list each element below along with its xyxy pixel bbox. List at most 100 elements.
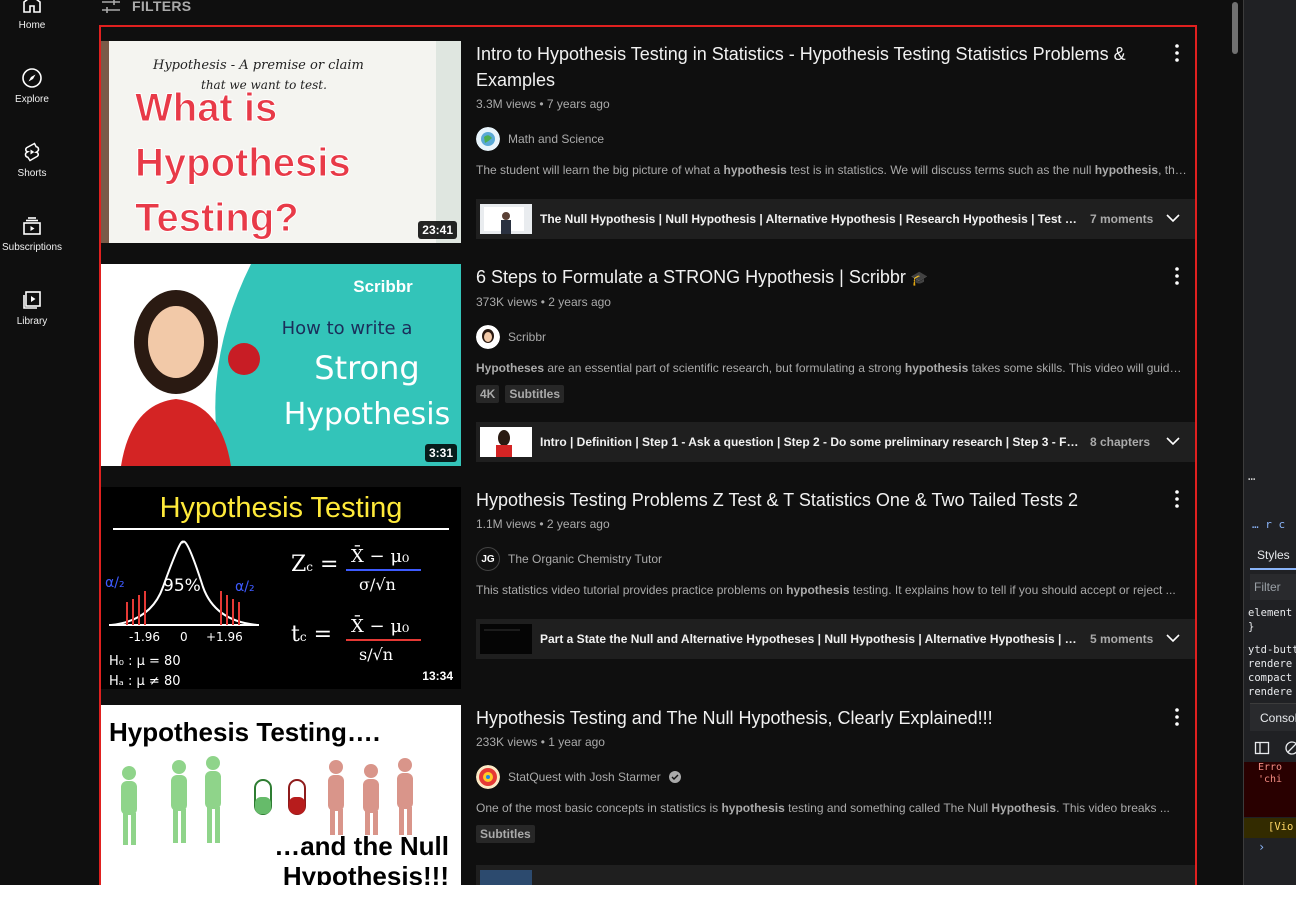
moments-text: Part a State the Null and Alternative Hy…	[540, 632, 1080, 646]
clear-console-icon[interactable]	[1284, 740, 1296, 756]
desc-text: This statistics video tutorial provides …	[476, 583, 787, 597]
meta-separator: •	[540, 295, 545, 309]
channel-avatar	[476, 765, 500, 789]
moments-text: The Null Hypothesis | Null Hypothesis | …	[540, 212, 1080, 226]
desc-text: testing. It explains how to tell if you …	[849, 583, 1176, 597]
scrollbar-thumb[interactable]	[1232, 2, 1238, 54]
desc-highlight: hypothesis	[723, 163, 787, 177]
thumb-title-line3: Hypothesis!!!	[283, 861, 449, 885]
library-icon	[23, 291, 41, 309]
badge-subtitles: Subtitles	[505, 385, 565, 403]
filters-label: FILTERS	[132, 0, 192, 14]
video-metadata: 233K views • 1 year ago	[476, 733, 1191, 751]
thumb-ha: Hₐ : μ ≠ 80	[109, 674, 180, 689]
view-count: 1.1M views	[476, 517, 537, 531]
shorts-icon	[24, 142, 40, 162]
tab-styles[interactable]: Styles	[1250, 542, 1296, 570]
chapters-bar[interactable]: Intro | Definition | Step 1 - Ask a ques…	[476, 422, 1195, 462]
console-prompt[interactable]: ›	[1258, 840, 1265, 854]
video-title[interactable]: Intro to Hypothesis Testing in Statistic…	[476, 41, 1156, 93]
desc-highlight: hypothesis	[786, 583, 850, 597]
guide-label-explore: Explore	[15, 94, 49, 105]
svg-text:X̄ − μ₀: X̄ − μ₀	[351, 544, 409, 567]
key-moments-bar[interactable]: The Null Hypothesis | Null Hypothesis | …	[476, 199, 1195, 239]
channel-initials: JG	[481, 553, 495, 565]
desc-text: testing and something called The Null	[784, 801, 992, 815]
publish-age: 2 years ago	[546, 517, 610, 531]
video-thumbnail[interactable]: Hypothesis Testing…. …and the Null Hypot…	[101, 705, 461, 885]
guide-label-shorts: Shorts	[17, 168, 47, 179]
video-title[interactable]: 6 Steps to Formulate a STRONG Hypothesis…	[476, 264, 1156, 291]
key-moments-bar[interactable]: Part a State the Null and Alternative Hy…	[476, 619, 1195, 659]
video-info: Intro to Hypothesis Testing in Statistic…	[476, 41, 1191, 179]
more-actions-icon[interactable]	[1169, 489, 1185, 509]
thumb-zero: 0	[180, 630, 188, 644]
video-thumbnail[interactable]: Hypothesis - A premise or claim that we …	[101, 41, 461, 243]
devtools-breadcrumb[interactable]: … r c	[1252, 518, 1285, 531]
guide-item-home[interactable]: Home	[0, 0, 64, 66]
thumb-pct: 95%	[163, 576, 201, 596]
view-count: 233K views	[476, 735, 538, 749]
view-count: 3.3M views	[476, 97, 537, 111]
moment-thumbnail	[480, 870, 532, 885]
svg-text:tc =: tc =	[291, 622, 332, 647]
meta-separator: •	[539, 517, 544, 531]
svg-text:σ/√n: σ/√n	[359, 575, 396, 594]
filters-button[interactable]: FILTERS	[100, 0, 191, 16]
video-metadata: 373K views • 2 years ago	[476, 293, 1191, 311]
video-metadata: 3.3M views • 7 years ago	[476, 95, 1191, 113]
desc-text: , the ...	[1158, 163, 1188, 177]
tab-console[interactable]: Console	[1250, 703, 1296, 731]
page-scrollbar[interactable]	[1229, 0, 1241, 885]
guide-label-subscriptions: Subscriptions	[1, 242, 63, 253]
publish-age: 7 years ago	[546, 97, 610, 111]
console-sidebar-icon[interactable]	[1254, 740, 1270, 756]
home-icon	[23, 0, 41, 13]
channel-avatar	[476, 325, 500, 349]
styles-rule-selector: ytd-butt rendere compact rendere	[1248, 644, 1296, 698]
channel-link[interactable]: Math and Science	[476, 127, 1191, 151]
thumb-pos-z: +1.96	[206, 630, 243, 644]
video-thumbnail[interactable]: Hypothesis Testing 95% α/₂ α/₂ -1.96 0 +…	[101, 487, 461, 689]
channel-link[interactable]: Scribbr	[476, 325, 1191, 349]
styles-filter-input[interactable]: Filter	[1250, 574, 1296, 600]
channel-link[interactable]: StatQuest with Josh Starmer	[476, 765, 1191, 789]
desc-text: are an essential part of scientific rese…	[544, 361, 905, 375]
styles-rule-element: element }	[1248, 607, 1293, 633]
guide-item-library[interactable]: Library	[0, 288, 64, 362]
graduation-cap-icon: 🎓	[910, 270, 929, 286]
video-thumbnail[interactable]: Scribbr How to write a Strong Hypothesis…	[101, 264, 461, 466]
video-duration: 3:31	[424, 444, 457, 462]
more-actions-icon[interactable]	[1169, 266, 1185, 286]
youtube-viewport: Home Explore Shorts Subscriptions Librar…	[0, 0, 1296, 885]
guide-item-subscriptions[interactable]: Subscriptions	[0, 214, 64, 288]
guide-item-shorts[interactable]: Shorts	[0, 140, 64, 214]
badge-subtitles: Subtitles	[476, 825, 535, 843]
video-title[interactable]: Hypothesis Testing Problems Z Test & T S…	[476, 487, 1156, 513]
video-metadata: 1.1M views • 2 years ago	[476, 515, 1191, 533]
channel-name: StatQuest with Josh Starmer	[508, 770, 661, 784]
thumb-brand: Scribbr	[353, 277, 413, 296]
mini-guide: Home Explore Shorts Subscriptions Librar…	[0, 0, 68, 885]
key-moments-bar[interactable]	[476, 865, 1195, 885]
more-actions-icon[interactable]	[1169, 707, 1185, 727]
moments-count: 7 moments	[1090, 212, 1154, 226]
devtools-more-icon[interactable]: ⋯	[1248, 472, 1255, 486]
moments-text: Intro | Definition | Step 1 - Ask a ques…	[540, 435, 1080, 449]
thumbnail-image: Scribbr How to write a Strong Hypothesis	[101, 264, 461, 466]
video-info: Hypothesis Testing and The Null Hypothes…	[476, 705, 1191, 843]
desc-text: test is in statistics. We will discuss t…	[786, 163, 1095, 177]
thumb-title-line3: Testing?	[135, 196, 299, 240]
video-badges: 4K Subtitles	[476, 385, 1191, 403]
svg-text:Zc =: Zc =	[291, 552, 338, 577]
more-actions-icon[interactable]	[1169, 43, 1185, 63]
channel-link[interactable]: JG The Organic Chemistry Tutor	[476, 547, 1191, 571]
publish-age: 2 years ago	[548, 295, 611, 309]
thumb-title-line2: Hypothesis	[135, 141, 351, 185]
thumb-alpha-left: α/₂	[105, 575, 125, 591]
video-title[interactable]: Hypothesis Testing and The Null Hypothes…	[476, 705, 1156, 731]
thumb-title-line2: …and the Null	[274, 831, 449, 861]
guide-item-explore[interactable]: Explore	[0, 66, 64, 140]
badge-4k: 4K	[476, 385, 500, 403]
thumbnail-image: Hypothesis Testing…. …and the Null Hypot…	[101, 705, 461, 885]
